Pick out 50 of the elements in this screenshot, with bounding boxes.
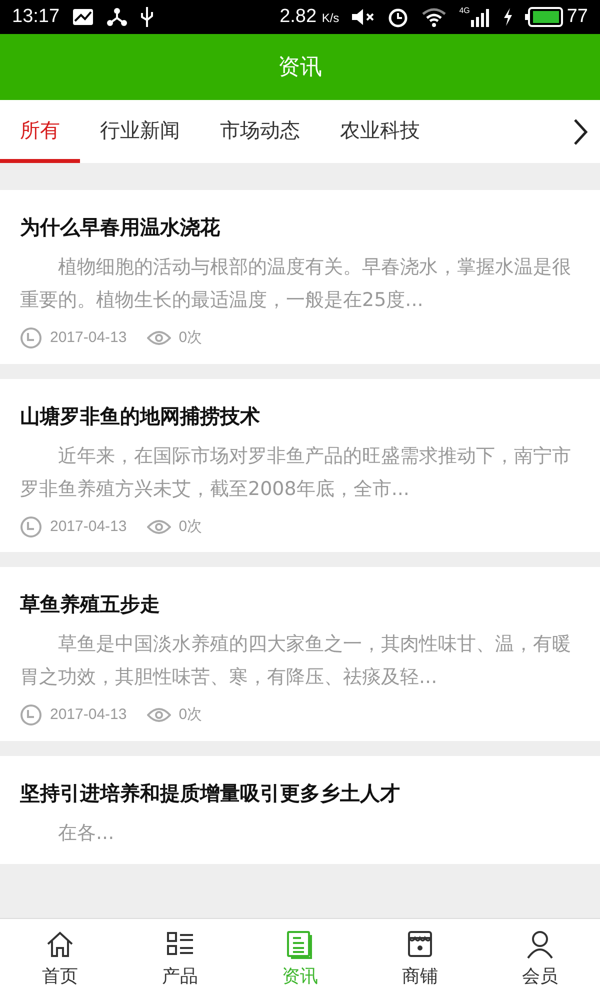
alarm-icon bbox=[387, 6, 410, 28]
nav-item[interactable]: 首页 bbox=[0, 919, 120, 1000]
category-tab[interactable]: 农业科技 bbox=[320, 100, 440, 163]
battery-percent: 77 bbox=[566, 4, 588, 29]
article-card[interactable]: 山塘罗非鱼的地网捕捞技术 近年来，在国际市场对罗非鱼产品的旺盛需求推动下，南宁市罗非鱼养殖方兴未艾，截至2008年底，全市... 2017-04-13 0次 bbox=[0, 378, 600, 552]
nav-item[interactable]: 产品 bbox=[120, 919, 240, 1000]
eye-icon bbox=[146, 707, 171, 724]
usb-icon bbox=[140, 6, 154, 28]
eye-icon bbox=[146, 330, 171, 346]
category-tab[interactable]: 行业新闻 bbox=[80, 100, 200, 163]
home-icon bbox=[45, 929, 75, 959]
charging-icon bbox=[502, 8, 513, 26]
article-card[interactable]: 为什么早春用温水浇花 植物细胞的活动与根部的温度有关。早春浇水，掌握水温是很重要的。植物生长的最适温度，一般是在25度... 2017-04-13 0次 bbox=[0, 190, 600, 364]
article-title: 为什么早春用温水浇花 bbox=[20, 214, 221, 241]
network-speed: 2.82 K/s bbox=[280, 4, 340, 29]
newspaper-icon bbox=[285, 929, 315, 959]
article-title: 坚持引进培养和提质增量吸引更多乡土人才 bbox=[20, 780, 401, 806]
eye-icon bbox=[146, 518, 171, 535]
article-summary: 草鱼是中国淡水养殖的四大家鱼之一，其肉性味甘、温，有暖胃之功效，其胆性味苦、寒，有降压、祛痰及轻... bbox=[20, 632, 572, 690]
article-date: 2017-04-13 bbox=[50, 705, 127, 725]
category-tab[interactable]: 所有 bbox=[0, 100, 80, 163]
view-count: 0次 bbox=[178, 328, 202, 348]
nav-item[interactable]: 商铺 bbox=[360, 919, 480, 1000]
clock-icon bbox=[20, 327, 42, 350]
article-summary: 在各... bbox=[57, 820, 116, 846]
article-date: 2017-04-13 bbox=[50, 328, 127, 348]
article-summary: 近年来，在国际市场对罗非鱼产品的旺盛需求推动下，南宁市罗非鱼养殖方兴未艾，截至2008年底，全市... bbox=[20, 444, 572, 502]
article-title: 草鱼养殖五步走 bbox=[20, 591, 161, 618]
article-card[interactable]: 坚持引进培养和提质增量吸引更多乡土人才 在各... bbox=[0, 756, 600, 864]
wifi-icon bbox=[421, 7, 448, 27]
view-count: 0次 bbox=[178, 516, 202, 536]
signal-icon bbox=[470, 7, 491, 27]
share-icon bbox=[106, 7, 128, 27]
clock-icon bbox=[20, 516, 42, 538]
article-summary: 植物细胞的活动与根部的温度有关。早春浇水，掌握水温是很重要的。植物生长的最适温度，一般是在25度... bbox=[20, 255, 572, 313]
clock-icon bbox=[20, 704, 42, 726]
shop-icon bbox=[405, 929, 435, 959]
category-tab[interactable]: 市场动态 bbox=[200, 100, 320, 163]
battery-icon bbox=[524, 7, 563, 27]
nav-item[interactable]: 会员 bbox=[480, 919, 600, 1000]
person-icon bbox=[525, 929, 555, 959]
article-date: 2017-04-13 bbox=[50, 516, 127, 536]
view-count: 0次 bbox=[178, 705, 202, 725]
network-type: 4G bbox=[459, 7, 470, 15]
article-title: 山塘罗非鱼的地网捕捞技术 bbox=[20, 402, 261, 430]
article-card[interactable]: 草鱼养殖五步走 草鱼是中国淡水养殖的四大家鱼之一，其肉性味甘、温，有暖胃之功效，其胆性味苦、寒，有降压、祛痰及轻... 2017-04-13 0次 bbox=[0, 567, 600, 740]
image-icon bbox=[72, 8, 94, 26]
page-title: 资讯 bbox=[278, 54, 322, 82]
mute-icon bbox=[351, 7, 376, 27]
clock: 13:17 bbox=[12, 4, 60, 29]
